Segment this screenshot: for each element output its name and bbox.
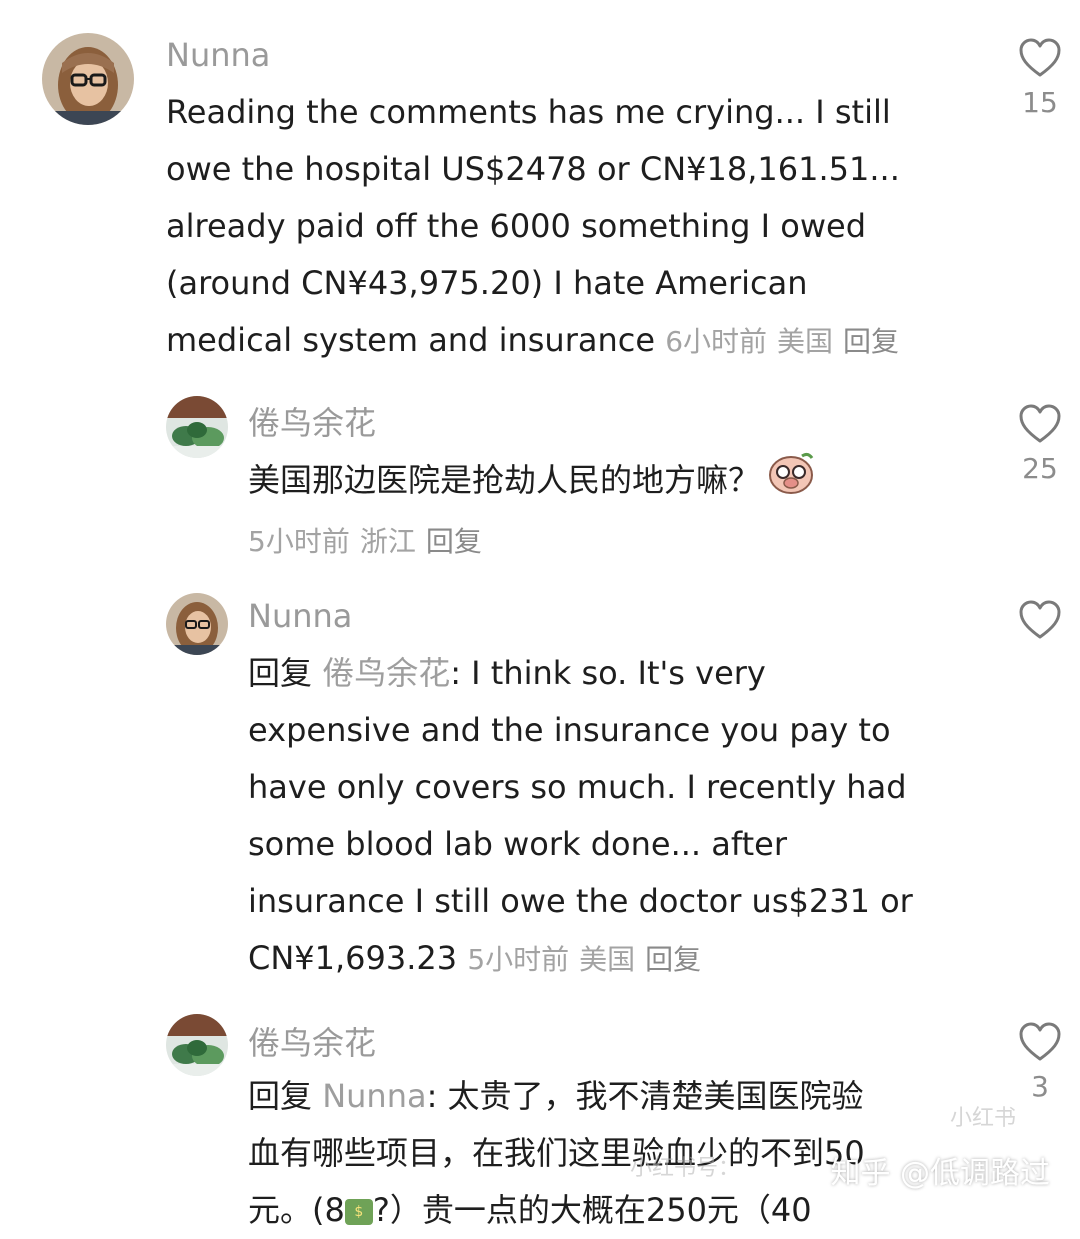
username[interactable]: Nunna [248, 597, 352, 635]
like-count: 3 [1031, 1070, 1049, 1103]
heart-icon [1019, 38, 1061, 77]
location: 美国 [777, 325, 834, 358]
reply-button[interactable]: 回复 [426, 525, 482, 558]
plant-avatar-icon [166, 396, 228, 458]
heart-icon [1019, 404, 1061, 443]
timestamp: 5小时前 [467, 943, 570, 976]
comment-line: 回复 Nunna: 太贵了，我不清楚美国医院验 [248, 1068, 968, 1125]
username[interactable]: Nunna [166, 36, 270, 74]
watermark: 知乎 @低调路过 [830, 1156, 1050, 1191]
reply-button[interactable]: 回复 [645, 943, 701, 976]
comment-body: : I think so. It's very expensive and th… [248, 654, 913, 977]
like-count: 25 [1022, 452, 1058, 485]
user-avatar[interactable] [166, 1014, 228, 1076]
comment-meta: 6小时前 美国 回复 [665, 325, 909, 358]
woman-glasses-avatar-icon [166, 593, 228, 655]
location: 浙江 [359, 525, 416, 558]
reply-prefix: 回复 [248, 654, 313, 692]
user-avatar[interactable] [166, 396, 228, 458]
comment-meta: 5小时前 浙江 回复 [248, 520, 492, 560]
like-button[interactable]: 3 [1010, 1022, 1070, 1103]
comment-body: 元。(8 [248, 1191, 345, 1229]
reply-prefix: 回复 [248, 1077, 313, 1115]
faint-watermark: 小红书 [950, 1106, 1017, 1131]
username[interactable]: 倦鸟余花 [248, 398, 376, 444]
reply-button[interactable]: 回复 [843, 325, 899, 358]
reply-target-mention[interactable]: 倦鸟余花 [322, 654, 450, 692]
comment-body: : 太贵了，我不清楚美国医院验 [426, 1077, 864, 1115]
comment-text: 回复 倦鸟余花: I think so. It's very expensive… [248, 645, 938, 988]
comment-text: Reading the comments has me crying... I … [166, 84, 926, 370]
faint-watermark: 小红书号： [630, 1156, 741, 1181]
like-count: 15 [1022, 86, 1058, 119]
like-button[interactable]: 25 [1010, 404, 1070, 485]
like-button[interactable] [1010, 600, 1070, 640]
location: 美国 [579, 943, 636, 976]
user-avatar[interactable] [166, 593, 228, 655]
woman-glasses-avatar-icon [42, 33, 134, 125]
timestamp: 6小时前 [665, 325, 768, 358]
comment-text: 美国那边医院是抢劫人民的地方嘛？ [248, 450, 948, 514]
comment-body: 美国那边医院是抢劫人民的地方嘛？ [248, 461, 761, 499]
heart-icon [1019, 600, 1061, 639]
user-avatar[interactable] [42, 33, 134, 125]
comment-body: Reading the comments has me crying... I … [166, 93, 900, 359]
confused-pig-sticker-icon [766, 450, 816, 514]
like-button[interactable]: 15 [1010, 38, 1070, 119]
heart-icon [1019, 1022, 1061, 1061]
money-icon: $ [344, 1199, 373, 1225]
reply-target-mention[interactable]: Nunna [322, 1077, 426, 1115]
comment-meta: 5小时前 美国 回复 [467, 943, 711, 976]
comment-body: ?）贵一点的大概在250元（40 [372, 1191, 812, 1229]
plant-avatar-icon [166, 1014, 228, 1076]
timestamp: 5小时前 [248, 525, 350, 558]
username[interactable]: 倦鸟余花 [248, 1018, 376, 1064]
